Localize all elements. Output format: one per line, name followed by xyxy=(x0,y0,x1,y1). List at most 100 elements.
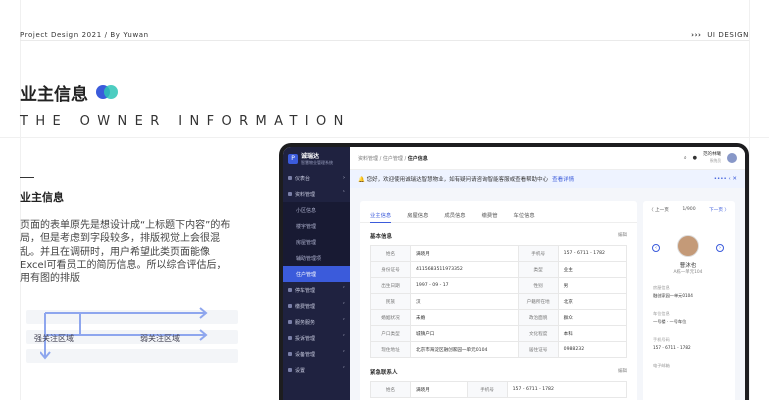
brand-name: 诚瑞达 xyxy=(301,153,320,160)
grid-line xyxy=(749,0,750,400)
tab-parking[interactable]: 车位信息 xyxy=(514,211,535,222)
breadcrumb-trail[interactable]: 资料管理 / 住户管理 / xyxy=(358,156,408,162)
chevron-right-icon[interactable]: › xyxy=(716,244,724,252)
table-key-cell: 民族 xyxy=(370,293,411,310)
chevron-down-icon: ˇ xyxy=(342,367,346,373)
table-key-cell: 政治面貌 xyxy=(517,309,559,326)
top-divider xyxy=(20,40,749,41)
chevron-up-icon: ˆ xyxy=(342,191,346,197)
page-subtitle: THE OWNER INFORMATION xyxy=(20,114,351,129)
complaint-icon xyxy=(288,336,292,340)
bell-icon[interactable]: ● xyxy=(693,155,697,161)
breadcrumb-current: 住户信息 xyxy=(407,155,428,162)
sidebar-item-dashboard[interactable]: 仪表台 › xyxy=(283,170,350,186)
edit-button[interactable]: 编辑 xyxy=(618,368,627,376)
notice-controls: •••• ‹ ✕ xyxy=(713,176,737,182)
sidebar-item-label: 服务服务 xyxy=(295,319,316,326)
sidebar-item-complaint[interactable]: 投诉管理 ˇ xyxy=(283,330,350,346)
sidebar-subitem[interactable]: 辅助管理项 xyxy=(283,250,350,266)
table-key-cell: 户籍所在地 xyxy=(517,293,559,310)
table-value-cell: 157 - 6711 - 1782 xyxy=(506,381,628,398)
slide: Project Design 2021 / By Yuwan ››› UI DE… xyxy=(0,0,769,400)
table-key-cell: 现住地址 xyxy=(370,341,411,358)
user-menu[interactable]: 范的林曦 系统员 xyxy=(703,152,721,164)
sidebar-subitem[interactable]: 房屋管理 xyxy=(283,234,350,250)
owner-avatar xyxy=(677,235,699,257)
design-tag: ››› UI DESIGN xyxy=(691,31,749,39)
table-value-cell: 满晓月 xyxy=(410,381,468,398)
brand: P 诚瑞达 智慧物业管理系统 xyxy=(283,147,350,170)
grid-line xyxy=(0,137,769,138)
table-key-cell: 类型 xyxy=(517,261,559,278)
table-value-cell: 1997 - 09 - 17 xyxy=(410,277,519,294)
section-heading: 紧急联系人 xyxy=(370,370,398,376)
tab-owner[interactable]: 业主信息 xyxy=(370,211,392,223)
profile-card: ‹ › 曹沐也 A栋一单元104 房屋信息 融创家园一单元0104 车位信息 一号楼… xyxy=(648,227,728,377)
chevrons-icon: ››› xyxy=(691,31,702,39)
table-key-cell: 文化程度 xyxy=(517,325,559,342)
table-value-cell: 本科 xyxy=(557,325,628,342)
sidebar-subitem[interactable]: 楼宇管理 xyxy=(283,218,350,234)
sidebar-item-settings[interactable]: 设置 ˇ xyxy=(283,362,350,378)
chevron-left-icon[interactable]: ‹ xyxy=(652,244,660,252)
table-key-cell: 手机号 xyxy=(466,381,508,398)
profile-field: 电子邮箱 xyxy=(653,363,670,371)
tabs: 业主信息 房屋信息 成员信息 缴费管 车位信息 xyxy=(360,201,637,223)
weak-zone-label: 弱关注区域 xyxy=(140,334,180,343)
project-credit: Project Design 2021 / By Yuwan xyxy=(20,31,149,39)
table-value-cell: 业主 xyxy=(557,261,628,278)
sidebar-item-device[interactable]: 设备管理 ˇ xyxy=(283,346,350,362)
search-icon[interactable]: ⌕ xyxy=(684,155,687,161)
sidebar-item-parking[interactable]: 停车管理 ˇ xyxy=(283,282,350,298)
sidebar-item-label: 资料管理 xyxy=(295,191,316,198)
owner-unit: A栋一单元104 xyxy=(673,270,703,275)
top-bar: Project Design 2021 / By Yuwan ››› UI DE… xyxy=(20,31,749,39)
table-key-cell: 出生日期 xyxy=(370,277,411,294)
avatar[interactable] xyxy=(727,153,737,163)
field-value: 融创家园一单元0104 xyxy=(653,293,693,298)
prev-page-button[interactable]: 〈 上一页 xyxy=(649,207,669,213)
table-row: 姓名 满晓月 手机号 157 - 6711 - 1782 xyxy=(370,381,628,398)
field-label: 房屋信息 xyxy=(653,285,670,290)
service-icon xyxy=(288,320,292,324)
gear-icon xyxy=(288,368,292,372)
sidebar-item-data[interactable]: 资料管理 ˆ xyxy=(283,186,350,202)
section-description: 页面的表单原先是想设计成“上标题下内容”的布局，但是考虑到字段较多，排版视觉上会… xyxy=(20,220,231,285)
tab-members[interactable]: 成员信息 xyxy=(444,211,465,222)
chevron-down-icon: ˇ xyxy=(342,351,346,357)
profile-field: 手机号码 157 - 6711 - 1782 xyxy=(653,337,691,350)
table-value-cell: 满晓月 xyxy=(410,245,519,262)
pager: 〈 上一页 1/900 下一页 〉 xyxy=(643,201,735,219)
table-value-cell: 4115683511973352 xyxy=(410,261,519,278)
sidebar-item-billing[interactable]: 缴费管理 ˇ xyxy=(283,298,350,314)
header-actions: ⌕ ● 范的林曦 系统员 xyxy=(684,152,737,164)
app-header: 资料管理 / 住户管理 / 住户信息 ⌕ ● 范的林曦 系统员 xyxy=(350,147,745,170)
sidebar-subitem[interactable]: 小区信息 xyxy=(283,202,350,218)
table-key-cell: 性别 xyxy=(517,277,559,294)
field-label: 车位信息 xyxy=(653,311,670,316)
notice-link[interactable]: 查看详情 xyxy=(552,177,574,183)
sidebar-subitem-active[interactable]: 住户管理 xyxy=(283,266,350,282)
sidebar-item-service[interactable]: 服务服务 ˇ xyxy=(283,314,350,330)
notice-bar: 🔔 您好，欢迎使用诚瑞达智慧物业，如有疑问请咨询智能客服或查看帮助中心 查看详情 … xyxy=(350,170,745,188)
field-label: 电子邮箱 xyxy=(653,363,670,368)
owner-name: 曹沐也 xyxy=(679,263,697,269)
strong-zone-label: 强关注区域 xyxy=(34,334,74,343)
table-key-cell: 身份证号 xyxy=(370,261,411,278)
sidebar-item-label: 缴费管理 xyxy=(295,303,316,310)
tab-fees[interactable]: 缴费管 xyxy=(482,211,498,222)
sidebar: P 诚瑞达 智慧物业管理系统 仪表台 › 资料管理 ˆ 小区信息 楼宇管理 房屋管理 … xyxy=(283,147,350,400)
profile-panel: 〈 上一页 1/900 下一页 〉 ‹ › 曹沐也 A栋一单元104 房屋信息融… xyxy=(643,201,735,400)
laptop-frame: P 诚瑞达 智慧物业管理系统 仪表台 › 资料管理 ˆ 小区信息 楼宇管理 房屋管理 … xyxy=(279,143,749,400)
sidebar-item-label: 仪表台 xyxy=(295,175,311,182)
next-page-button[interactable]: 下一页 〉 xyxy=(709,207,729,213)
table-row: 姓名 满晓月 手机号 157 - 6711 - 1782 xyxy=(370,245,628,262)
sidebar-item-label: 投诉管理 xyxy=(295,335,316,342)
chevron-icon: › xyxy=(343,175,345,181)
page-title: 业主信息 xyxy=(20,85,88,105)
edit-button[interactable]: 编辑 xyxy=(618,232,627,240)
table-value-cell: 群众 xyxy=(557,309,628,326)
tab-house[interactable]: 房屋信息 xyxy=(407,211,428,222)
basic-info-table: 姓名 满晓月 手机号 157 - 6711 - 1782 身份证号 41156835119… xyxy=(370,245,628,358)
table-row: 身份证号 4115683511973352 类型 业主 xyxy=(370,261,628,278)
